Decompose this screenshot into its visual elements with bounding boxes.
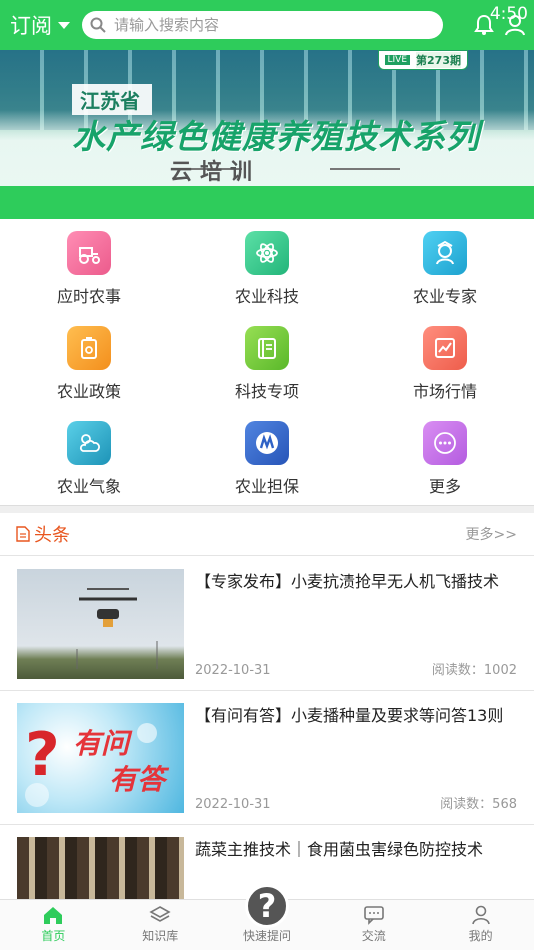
news-read-count: 阅读数：1002 xyxy=(431,663,517,678)
news-title: 【专家发布】小麦抗渍抢早无人机飞播技术 xyxy=(195,572,500,591)
grid-item-label: 科技专项 xyxy=(234,382,299,401)
chart-icon xyxy=(423,326,467,370)
grid-item-agri-policy[interactable]: 农业政策 xyxy=(0,314,178,409)
banner-subtitle: 云培训 xyxy=(170,160,261,185)
news-item[interactable]: ? 有问 有答 【有问有答】小麦播种量及要求等问答13则 2022-10-31 阅读… xyxy=(0,691,534,825)
banner-title: 水产绿色健康养殖技术系列 xyxy=(72,117,480,156)
headlines-title: 头条 xyxy=(34,525,70,546)
topbar-actions xyxy=(474,14,526,36)
policy-icon xyxy=(67,326,111,370)
tractor-icon xyxy=(67,231,111,275)
grid-item-label: 农业担保 xyxy=(234,477,299,496)
grid-item-label: 农业专家 xyxy=(412,287,477,306)
grid-item-label: 农业政策 xyxy=(56,382,121,401)
layers-icon xyxy=(149,906,171,922)
chat-icon xyxy=(363,906,384,925)
section-divider xyxy=(0,505,534,513)
nav-quick-ask[interactable]: ? 快速提问 xyxy=(214,884,321,950)
grid-item-weather[interactable]: 农业气象 xyxy=(0,409,178,504)
top-bar: 订阅 4:50 xyxy=(0,0,534,50)
grid-item-tech-projects[interactable]: 科技专项 xyxy=(178,314,356,409)
nav-label: 知识库 xyxy=(142,929,179,943)
grid-item-label: 农业科技 xyxy=(234,287,299,306)
news-read-count: 阅读数：568 xyxy=(440,797,517,812)
nav-community[interactable]: 交流 xyxy=(320,900,427,950)
banner-bottom-strip xyxy=(0,186,534,219)
weather-icon xyxy=(67,421,111,465)
news-title: 【有问有答】小麦播种量及要求等问答13则 xyxy=(195,706,504,725)
banner-issue-badge: LIVE 第273期 xyxy=(377,50,468,70)
headlines-header: 头条 更多>> xyxy=(0,513,534,556)
issue-number: 第273期 xyxy=(416,52,461,68)
category-grid: 应时农事 农业科技 农业专家 农业政策 科技专项 市场行情 农业气象 农业担保 … xyxy=(0,219,534,504)
caret-down-icon xyxy=(58,21,70,29)
user-icon xyxy=(471,905,490,925)
grid-item-label: 市场行情 xyxy=(412,382,477,401)
atom-icon xyxy=(245,231,289,275)
news-thumbnail-qa: ? 有问 有答 xyxy=(17,703,184,813)
news-title: 蔬菜主推技术｜食用菌虫害绿色防控技术 xyxy=(195,840,484,859)
news-date: 2022-10-31 xyxy=(195,797,271,812)
banner-line-right xyxy=(330,168,400,170)
nav-mine[interactable]: 我的 xyxy=(427,900,534,950)
nav-label: 快速提问 xyxy=(242,929,291,943)
grid-item-agri-expert[interactable]: 农业专家 xyxy=(356,219,534,314)
bottom-nav: 首页 知识库 ? 快速提问 交流 我的 xyxy=(0,884,534,950)
profile-icon[interactable] xyxy=(504,14,526,36)
guarantee-icon xyxy=(245,421,289,465)
search-icon xyxy=(90,17,106,33)
nav-label: 交流 xyxy=(361,929,386,943)
subscribe-label: 订阅 xyxy=(10,14,52,38)
home-icon xyxy=(44,907,63,924)
bell-icon[interactable] xyxy=(474,14,494,36)
search-input[interactable] xyxy=(114,16,414,34)
subscribe-dropdown[interactable]: 订阅 xyxy=(0,10,80,40)
grid-item-seasonal-farming[interactable]: 应时农事 xyxy=(0,219,178,314)
headlines-more-link[interactable]: 更多>> xyxy=(466,524,517,544)
grid-item-label: 农业气象 xyxy=(56,477,121,496)
document-icon xyxy=(16,526,30,542)
svg-text:有问: 有问 xyxy=(73,727,133,760)
grid-item-label: 更多 xyxy=(428,477,461,496)
more-icon xyxy=(423,421,467,465)
expert-icon xyxy=(423,231,467,275)
nav-label: 首页 xyxy=(41,929,66,943)
grid-item-label: 应时农事 xyxy=(56,287,121,306)
grid-item-agri-tech[interactable]: 农业科技 xyxy=(178,219,356,314)
nav-label: 我的 xyxy=(468,929,493,943)
news-thumbnail-drone xyxy=(17,569,184,679)
news-item[interactable]: 【专家发布】小麦抗渍抢早无人机飞播技术 2022-10-31 阅读数：1002 xyxy=(0,557,534,691)
live-badge: LIVE xyxy=(384,55,411,65)
book-icon xyxy=(245,326,289,370)
grid-item-guarantee[interactable]: 农业担保 xyxy=(178,409,356,504)
nav-home[interactable]: 首页 xyxy=(0,900,107,950)
news-date: 2022-10-31 xyxy=(195,663,271,678)
nav-knowledge[interactable]: 知识库 xyxy=(107,900,214,950)
search-bar[interactable] xyxy=(82,11,443,39)
promo-banner[interactable]: LIVE 第273期 江苏省 水产绿色健康养殖技术系列 云培训 xyxy=(0,50,534,186)
svg-text:有答: 有答 xyxy=(109,763,170,796)
grid-item-more[interactable]: 更多 xyxy=(356,409,534,504)
svg-text:?: ? xyxy=(25,720,60,790)
question-icon: ? xyxy=(244,884,289,928)
grid-item-market[interactable]: 市场行情 xyxy=(356,314,534,409)
